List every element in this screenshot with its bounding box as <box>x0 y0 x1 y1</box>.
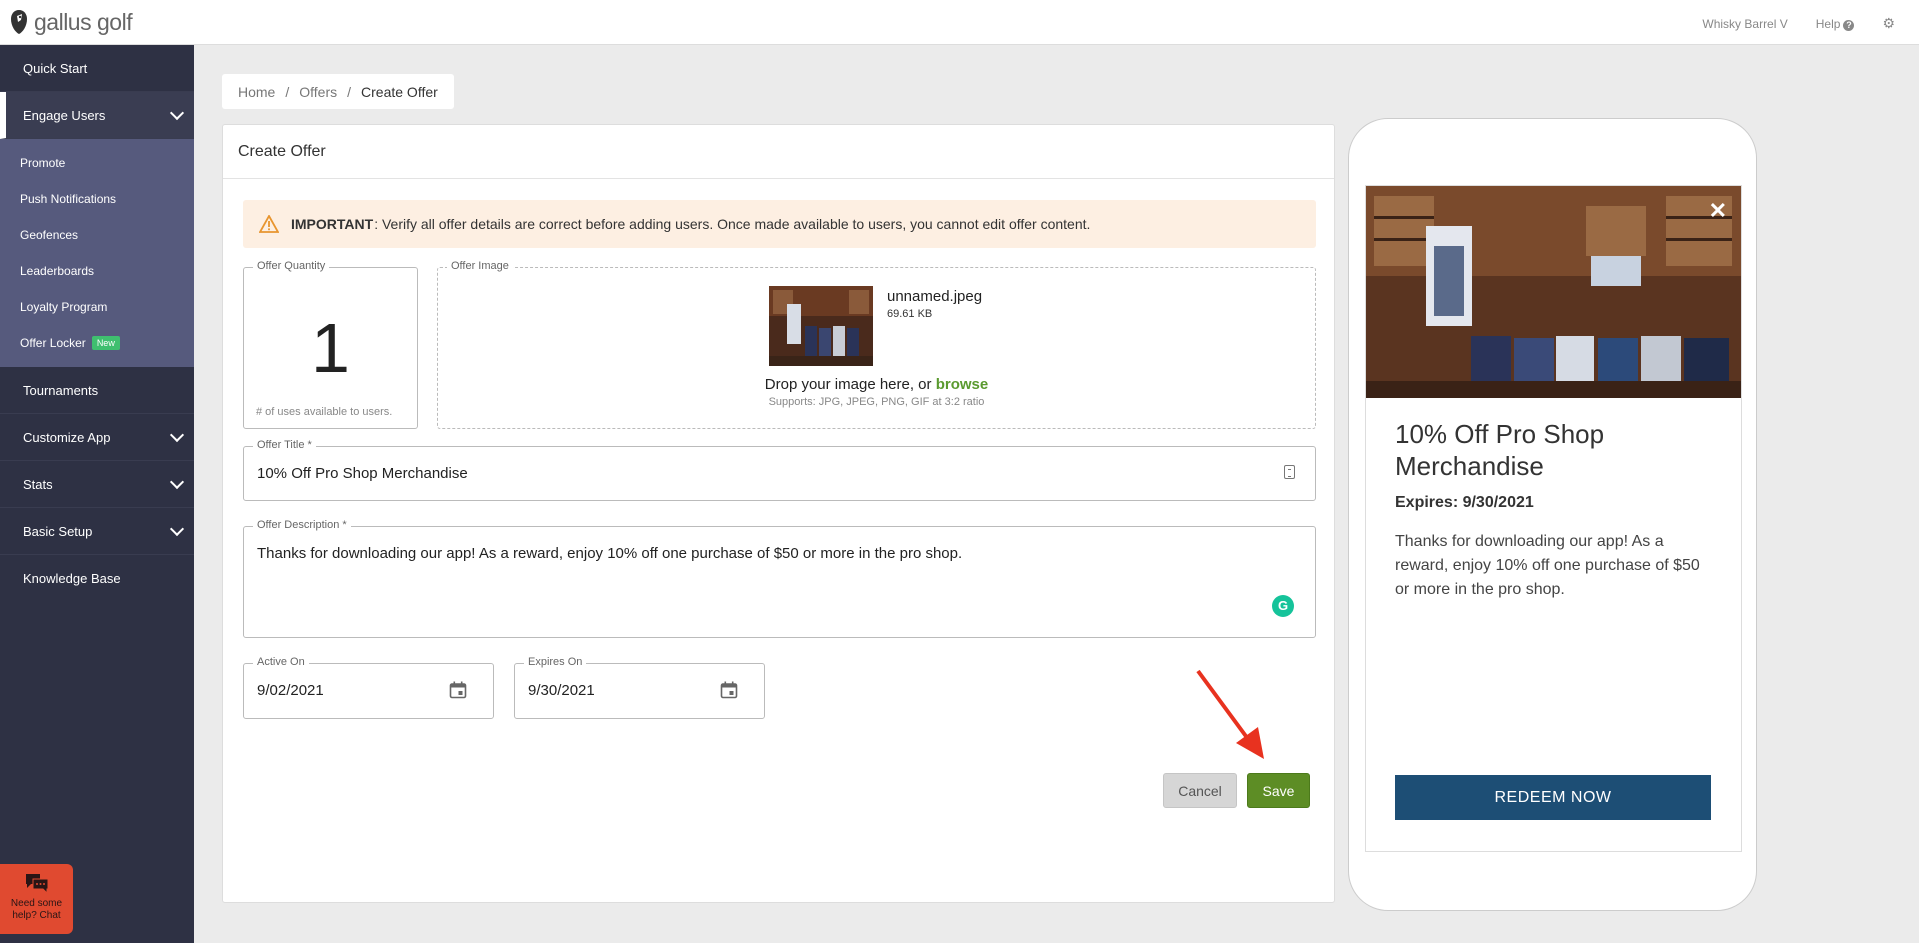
sidebar-item-push-notifications[interactable]: Push Notifications <box>0 181 194 217</box>
document-icon[interactable] <box>1284 465 1295 479</box>
logo-text: gallus golf <box>34 8 133 35</box>
logo[interactable]: gallus golf <box>8 8 133 36</box>
chevron-down-icon <box>169 427 185 443</box>
offer-title-label: Offer Title * <box>253 439 316 451</box>
expires-on-label: Expires On <box>524 656 587 668</box>
sidebar-item-label: Loyalty Program <box>20 300 108 314</box>
offer-quantity-help: # of uses available to users. <box>256 406 393 418</box>
grammarly-icon[interactable]: G <box>1272 595 1294 617</box>
gear-icon[interactable]: ⚙ <box>1882 15 1895 32</box>
sidebar-item-label: Promote <box>20 156 66 170</box>
offer-title-field[interactable]: Offer Title * 10% Off Pro Shop Merchandi… <box>243 439 1316 501</box>
drop-text: Drop your image here, or <box>764 376 932 393</box>
sidebar-item-label: Push Notifications <box>20 192 117 206</box>
image-filesize: 69.61 KB <box>887 308 933 320</box>
save-button[interactable]: Save <box>1247 773 1310 808</box>
help-chat-button[interactable]: Need some help? Chat <box>0 864 73 934</box>
preview-expires: Expires: 9/30/2021 <box>1395 494 1534 511</box>
close-icon[interactable]: ✕ <box>1709 198 1727 224</box>
breadcrumb-separator: / <box>347 83 352 100</box>
preview-title: 10% Off Pro Shop Merchandise <box>1395 419 1605 481</box>
offer-image-dropzone[interactable]: Offer Image unnamed.jpeg 69.61 KB Drop y… <box>437 260 1316 429</box>
active-on-label: Active On <box>253 656 309 668</box>
chevron-down-icon <box>169 474 185 490</box>
alert-strong: IMPORTANT <box>291 216 374 232</box>
chevron-down-icon <box>169 105 185 121</box>
breadcrumb-offers[interactable]: Offers <box>299 84 337 100</box>
cancel-button[interactable]: Cancel <box>1163 773 1237 808</box>
preview-description: Thanks for downloading our app! As a rew… <box>1395 533 1700 598</box>
offer-hero-image <box>1366 186 1741 398</box>
rooster-logo-icon <box>11 10 27 34</box>
chat-bubbles-icon <box>25 874 48 894</box>
engage-users-submenu: Promote Push Notifications Geofences Lea… <box>0 139 194 367</box>
chat-label: Need some help? Chat <box>10 898 63 921</box>
calendar-icon[interactable] <box>449 681 467 699</box>
sidebar-item-label: Tournaments <box>23 382 99 398</box>
sidebar-item-label: Offer Locker <box>20 336 86 350</box>
phone-preview: ✕ 10% Off Pro Shop Merchandise Expires: … <box>1348 118 1757 911</box>
offer-quantity-label: Offer Quantity <box>253 260 330 272</box>
offer-quantity-value: 1 <box>311 309 350 387</box>
alert-text: : Verify all offer details are correct b… <box>374 216 1091 232</box>
expires-on-input[interactable]: 9/30/2021 <box>528 682 595 699</box>
sidebar-item-quick-start[interactable]: Quick Start <box>0 45 194 92</box>
warning-icon <box>259 215 279 233</box>
expires-on-field[interactable]: Expires On 9/30/2021 <box>514 656 765 719</box>
supported-formats: Supports: JPG, JPEG, PNG, GIF at 3:2 rat… <box>768 396 985 408</box>
chevron-down-icon <box>169 521 185 537</box>
sidebar-item-promote[interactable]: Promote <box>0 145 194 181</box>
sidebar-item-tournaments[interactable]: Tournaments <box>0 367 194 414</box>
offer-description-input[interactable]: Thanks for downloading our app! As a rew… <box>257 545 1297 562</box>
sidebar-item-label: Quick Start <box>23 60 88 76</box>
offer-quantity-field[interactable]: Offer Quantity 1 # of uses available to … <box>243 260 418 429</box>
active-on-input[interactable]: 9/02/2021 <box>257 682 324 699</box>
image-filename: unnamed.jpeg <box>887 288 983 305</box>
help-question-icon: ? <box>1843 19 1855 31</box>
sidebar-item-label: Geofences <box>20 228 79 242</box>
sidebar-item-offer-locker[interactable]: Offer Locker New <box>0 325 194 361</box>
active-on-field[interactable]: Active On 9/02/2021 <box>243 656 494 719</box>
annotation-arrow-icon <box>1196 669 1264 759</box>
sidebar-item-customize-app[interactable]: Customize App <box>0 414 194 461</box>
sidebar-item-engage-users[interactable]: Engage Users <box>0 92 194 139</box>
sidebar-item-label: Basic Setup <box>23 523 93 539</box>
sidebar-item-label: Knowledge Base <box>23 571 121 586</box>
offer-description-label: Offer Description * <box>253 519 351 531</box>
account-name[interactable]: Whisky Barrel V <box>1702 17 1787 31</box>
create-offer-card: Create Offer IMPORTANT: Verify all offer… <box>222 124 1335 903</box>
sidebar-item-label: Engage Users <box>23 107 106 123</box>
help-link[interactable]: Help? <box>1816 17 1855 31</box>
breadcrumb-home[interactable]: Home <box>238 84 275 100</box>
breadcrumb-separator: / <box>285 83 290 100</box>
sidebar-item-geofences[interactable]: Geofences <box>0 217 194 253</box>
sidebar: Quick Start Engage Users Promote Push No… <box>0 45 194 943</box>
sidebar-item-knowledge-base[interactable]: Knowledge Base <box>0 555 194 602</box>
sidebar-item-stats[interactable]: Stats <box>0 461 194 508</box>
breadcrumb-current: Create Offer <box>361 83 438 100</box>
sidebar-item-label: Stats <box>23 476 53 492</box>
redeem-now-button[interactable]: REDEEM NOW <box>1395 775 1711 820</box>
offer-image-thumbnail <box>769 286 873 366</box>
breadcrumb: Home / Offers / Create Offer <box>222 74 454 109</box>
drop-instructions: Drop your image here, or browse <box>438 376 1315 393</box>
sidebar-item-label: Customize App <box>23 429 111 445</box>
browse-link[interactable]: browse <box>936 376 989 393</box>
offer-description-field[interactable]: Offer Description * Thanks for downloadi… <box>243 519 1316 638</box>
offer-image-label: Offer Image <box>447 260 513 272</box>
offer-preview-card: ✕ 10% Off Pro Shop Merchandise Expires: … <box>1365 185 1742 852</box>
top-bar: gallus golf Whisky Barrel V Help? ⚙ <box>0 0 1919 45</box>
sidebar-item-leaderboards[interactable]: Leaderboards <box>0 253 194 289</box>
sidebar-item-basic-setup[interactable]: Basic Setup <box>0 508 194 555</box>
sidebar-item-loyalty-program[interactable]: Loyalty Program <box>0 289 194 325</box>
offer-title-input[interactable]: 10% Off Pro Shop Merchandise <box>257 465 468 482</box>
calendar-icon[interactable] <box>720 681 738 699</box>
sidebar-item-label: Leaderboards <box>20 264 95 278</box>
important-alert: IMPORTANT: Verify all offer details are … <box>243 200 1316 248</box>
card-title: Create Offer <box>223 125 1334 179</box>
new-badge: New <box>91 336 120 350</box>
